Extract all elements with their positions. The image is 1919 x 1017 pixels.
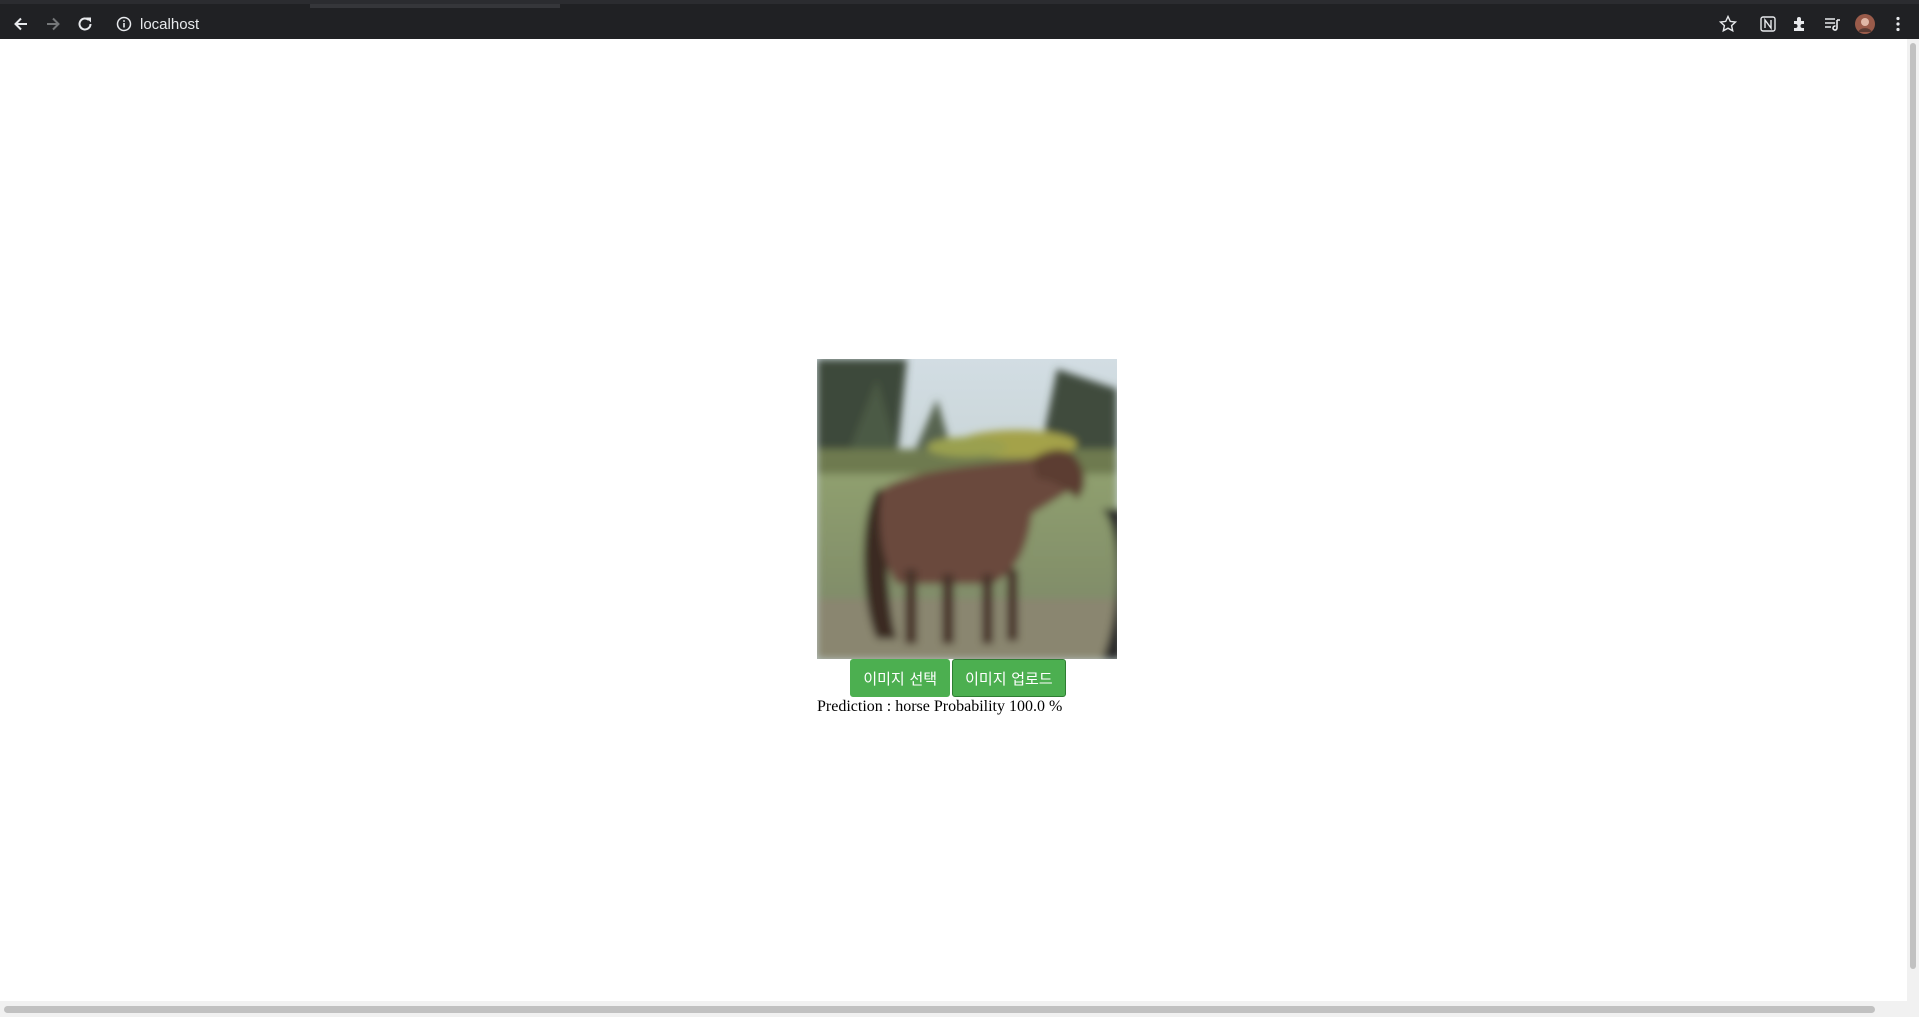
horizontal-scrollbar-thumb[interactable] <box>4 1006 1875 1013</box>
notion-icon[interactable] <box>1758 12 1778 36</box>
classifier-panel: 이미지 선택 이미지 업로드 Prediction : horse Probab… <box>817 359 1117 716</box>
menu-icon[interactable] <box>1888 12 1908 36</box>
vertical-scrollbar-thumb[interactable] <box>1910 43 1916 969</box>
address-bar[interactable]: localhost <box>108 10 1761 38</box>
reading-list-icon[interactable] <box>1822 12 1842 36</box>
prediction-result: Prediction : horse Probability 100.0 % <box>817 698 1063 715</box>
active-tab-indicator <box>310 4 560 8</box>
upload-image-button[interactable]: 이미지 업로드 <box>952 659 1066 697</box>
forward-icon <box>47 17 60 31</box>
extensions-icon[interactable] <box>1790 12 1810 36</box>
select-image-button[interactable]: 이미지 선택 <box>850 659 951 697</box>
forward-button[interactable] <box>41 12 65 36</box>
button-row: 이미지 선택 이미지 업로드 <box>799 659 1117 697</box>
info-icon[interactable] <box>116 16 132 37</box>
back-button[interactable] <box>9 12 33 36</box>
profile-avatar[interactable] <box>1854 12 1876 36</box>
reload-icon <box>78 17 92 31</box>
vertical-scrollbar[interactable] <box>1907 39 1919 1001</box>
reload-button[interactable] <box>73 12 97 36</box>
back-icon <box>14 17 27 31</box>
horizontal-scrollbar[interactable] <box>0 1001 1919 1017</box>
horse-image-preview <box>817 359 1117 659</box>
url-text[interactable]: localhost <box>140 16 199 33</box>
star-icon[interactable] <box>1718 12 1738 36</box>
browser-toolbar: localhost <box>0 0 1919 39</box>
